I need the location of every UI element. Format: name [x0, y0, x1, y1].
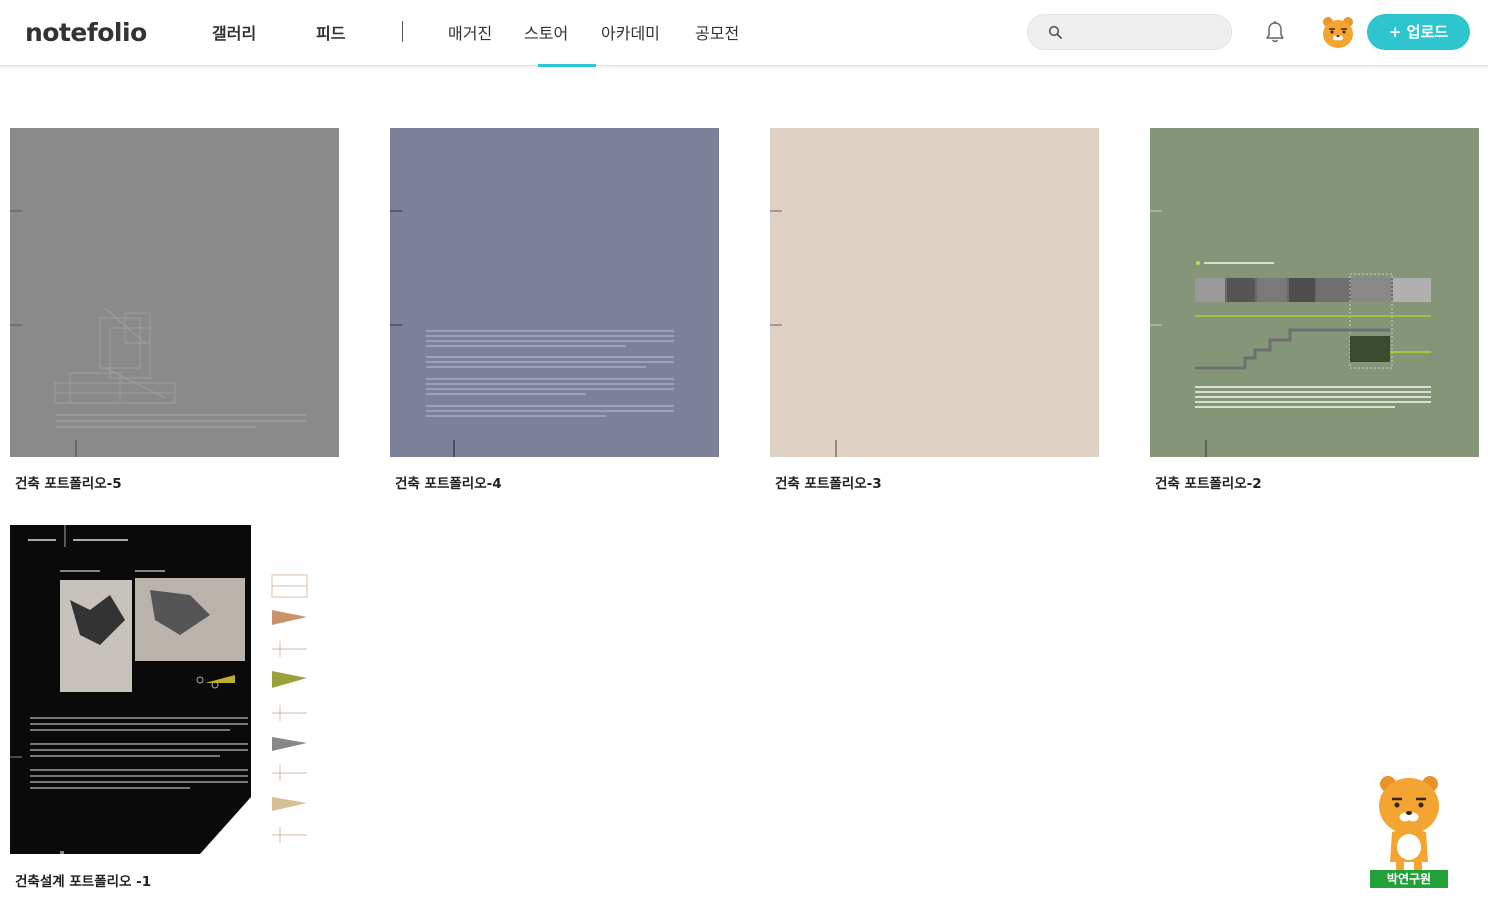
portfolio-thumbnail[interactable]: [1150, 128, 1479, 457]
nav-magazine[interactable]: 매거진: [448, 20, 492, 44]
thumbnail-artwork: [390, 210, 674, 457]
upload-button[interactable]: + 업로드: [1367, 14, 1470, 50]
nav-feed[interactable]: 피드: [316, 20, 345, 44]
portfolio-thumbnail[interactable]: [10, 525, 339, 854]
nav-contest[interactable]: 공모전: [695, 20, 739, 44]
thumbnail-artwork: [10, 210, 306, 457]
mascot-label: 박연구원: [1370, 870, 1448, 888]
nav-store[interactable]: 스토어: [524, 20, 568, 44]
portfolio-thumbnail[interactable]: [390, 128, 719, 457]
search-icon: [1048, 25, 1062, 39]
top-header: notefolio 갤러리 피드 매거진 스토어 아카데미 공모전 + 업로드: [0, 0, 1488, 67]
user-avatar[interactable]: [1320, 14, 1356, 50]
mascot-widget[interactable]: 박연구원: [1368, 772, 1450, 890]
nav-gallery[interactable]: 갤러리: [212, 20, 256, 44]
logo[interactable]: notefolio: [25, 18, 147, 47]
nav-academy[interactable]: 아카데미: [601, 20, 660, 44]
card-title[interactable]: 건축 포트폴리오-5: [15, 472, 122, 492]
mascot-bear-icon: [1379, 776, 1439, 870]
card-title[interactable]: 건축 포트폴리오-3: [775, 472, 882, 492]
portfolio-thumbnail[interactable]: [10, 128, 339, 457]
card-title[interactable]: 건축 포트폴리오-2: [1155, 472, 1262, 492]
card-title[interactable]: 건축설계 포트폴리오 -1: [15, 870, 151, 890]
search-input[interactable]: [1072, 21, 1222, 43]
thumbnail-artwork: [10, 525, 308, 854]
search-box[interactable]: [1027, 14, 1232, 50]
nav-divider: [402, 21, 403, 42]
thumbnail-artwork: [770, 210, 837, 457]
active-tab-indicator: [538, 64, 596, 67]
card-title[interactable]: 건축 포트폴리오-4: [395, 472, 502, 492]
bell-icon[interactable]: [1264, 20, 1286, 44]
thumbnail-artwork: [1150, 210, 1431, 457]
portfolio-thumbnail[interactable]: [770, 128, 1099, 457]
